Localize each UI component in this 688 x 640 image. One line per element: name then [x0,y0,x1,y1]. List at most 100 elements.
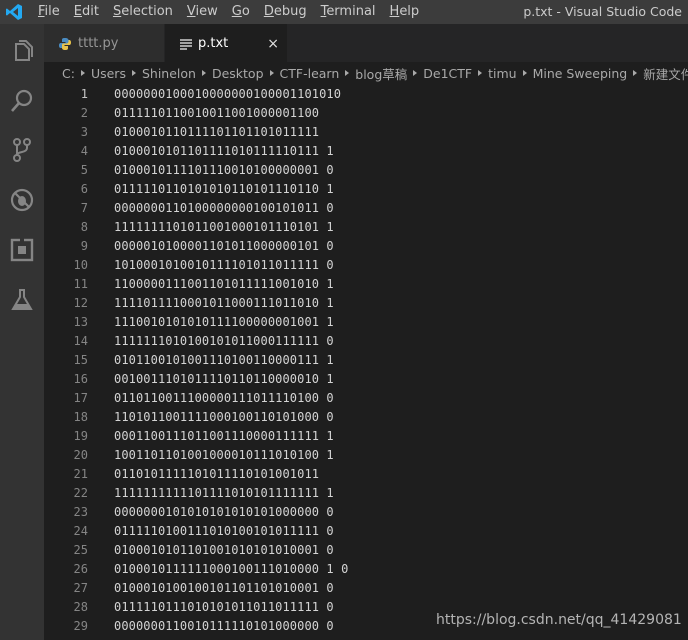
tab-bar: tttt.py p.txt × [44,24,688,62]
line-text: 0000000100010000000100001101010 [114,87,342,101]
line-number: 29 [73,619,88,633]
code-line[interactable]: 18 1101011001111000100110101000 0 [44,408,688,427]
line-number: 10 [73,258,88,272]
line-text: 0110110011100000111011110100 0 [114,391,334,405]
breadcrumb-item[interactable]: 新建文件夹 (9 [643,64,688,83]
line-text: 1111111111101111010101111111 1 [114,486,334,500]
code-line[interactable]: 21 0110101111101011110101001011 [44,465,688,484]
line-text: 0000000110100000000100101011 0 [114,201,334,215]
line-text: 0000010100001101011000000101 0 [114,239,334,253]
breadcrumb-item[interactable]: Users [91,66,126,81]
line-number: 2 [80,106,88,120]
line-text: 1001101101001000010111010100 1 [114,448,334,462]
breadcrumb-item[interactable]: CTF-learn [280,66,340,81]
chevron-right-icon [478,70,483,76]
menu-item[interactable]: Debug [264,0,307,24]
code-line[interactable]: 11 1100000111001101011111001010 1 [44,275,688,294]
search-icon[interactable] [8,87,36,115]
code-editor[interactable]: 1 0000000100010000000100001101010 2 0111110… [44,85,688,636]
source-control-icon[interactable] [8,136,36,164]
window-title: p.txt - Visual Studio Code [523,4,682,19]
files-icon[interactable] [8,38,36,66]
code-line[interactable]: 23 0000000101010101010101000000 0 [44,503,688,522]
vscode-logo-icon[interactable] [5,3,23,21]
code-line[interactable]: 1 0000000100010000000100001101010 [44,85,688,104]
line-number: 14 [73,334,88,348]
line-number: 13 [73,315,88,329]
code-line[interactable]: 3 0100010110111101101101011111 [44,123,688,142]
breadcrumb-item[interactable]: Mine Sweeping [533,66,628,81]
menu-item[interactable]: Help [390,0,420,24]
menu-item[interactable]: File [38,0,60,24]
tab-p-txt[interactable]: p.txt × [165,24,287,62]
line-number: 3 [80,125,88,139]
code-line[interactable]: 8 1111111101011001000101110101 1 [44,218,688,237]
line-text: 0100010101101001010101010001 0 [114,543,334,557]
menu-item[interactable]: Selection [113,0,173,24]
close-icon[interactable]: × [267,24,279,64]
tab-tttt-py[interactable]: tttt.py [44,24,164,62]
line-text: 0100010111111000100111010000 1 0 [114,562,349,576]
chevron-right-icon [413,70,418,76]
code-line[interactable]: 26 0100010111111000100111010000 1 0 [44,560,688,579]
breadcrumb-item[interactable]: C: [62,66,75,81]
code-line[interactable]: 16 0010011101011110110110000010 1 [44,370,688,389]
editor-area: tttt.py p.txt × C: Users Shinelon Desktop CT… [44,24,688,640]
code-line[interactable]: 25 0100010101101001010101010001 0 [44,541,688,560]
line-number: 23 [73,505,88,519]
code-line[interactable]: 6 0111110110101010110101110110 1 [44,180,688,199]
line-number: 15 [73,353,88,367]
breadcrumb-item[interactable]: blog草稿 [355,64,407,83]
menu-item[interactable]: Edit [74,0,99,24]
code-line[interactable]: 13 1110010101010111100000001001 1 [44,313,688,332]
code-line[interactable]: 20 1001101101001000010111010100 1 [44,446,688,465]
code-line[interactable]: 4 0100010101101111010111110111 1 [44,142,688,161]
line-number: 25 [73,543,88,557]
code-line[interactable]: 17 0110110011100000111011110100 0 [44,389,688,408]
menu-item[interactable]: Terminal [321,0,376,24]
code-line[interactable]: 22 1111111111101111010101111111 1 [44,484,688,503]
line-number: 12 [73,296,88,310]
breadcrumb-item[interactable]: timu [488,66,516,81]
code-line[interactable]: 19 0001100111011001110000111111 1 [44,427,688,446]
code-line[interactable]: 7 0000000110100000000100101011 0 [44,199,688,218]
line-text: 0100010100100101101101010001 0 [114,581,334,595]
menu-item[interactable]: Go [232,0,250,24]
code-line[interactable]: 14 1111111010100101011000111111 0 [44,332,688,351]
watermark: https://blog.csdn.net/qq_41429081 [436,612,682,628]
line-text: 0110101111101011110101001011 [114,467,320,481]
line-number: 19 [73,429,88,443]
line-text: 1111111010100101011000111111 0 [114,334,334,348]
test-flask-icon[interactable] [8,286,36,314]
code-line[interactable]: 27 0100010100100101101101010001 0 [44,579,688,598]
line-text: 1100000111001101011111001010 1 [114,277,334,291]
extensions-icon[interactable] [8,236,36,264]
line-number: 5 [80,163,88,177]
line-text: 0100010101101111010111110111 1 [114,144,334,158]
line-number: 21 [73,467,88,481]
line-text: 0111110110010011001000001100 [114,106,320,120]
code-line[interactable]: 10 1010001010010111101011011111 0 [44,256,688,275]
line-text: 0000000110010111110101000000 0 [114,619,334,633]
line-text: 0111110111010101011011011111 0 [114,600,334,614]
code-line[interactable]: 12 1111011110001011000111011010 1 [44,294,688,313]
code-line[interactable]: 9 0000010100001101011000000101 0 [44,237,688,256]
line-text: 0010011101011110110110000010 1 [114,372,334,386]
line-number: 27 [73,581,88,595]
breadcrumb-item[interactable]: Shinelon [142,66,196,81]
tab-label: tttt.py [78,36,119,51]
chevron-right-icon [131,70,136,76]
code-line[interactable]: 15 0101100101001110100110000111 1 [44,351,688,370]
code-line[interactable]: 5 0100010111101110010100000001 0 [44,161,688,180]
debug-icon[interactable] [8,186,36,214]
line-number: 20 [73,448,88,462]
line-text: 1101011001111000100110101000 0 [114,410,334,424]
code-line[interactable]: 2 0111110110010011001000001100 [44,104,688,123]
menu-item[interactable]: View [187,0,218,24]
line-text: 1111011110001011000111011010 1 [114,296,334,310]
breadcrumb-item[interactable]: Desktop [212,66,264,81]
activity-bar [0,24,44,640]
line-number: 16 [73,372,88,386]
code-line[interactable]: 24 0111110100111010100101011111 0 [44,522,688,541]
breadcrumb-item[interactable]: De1CTF [423,66,472,81]
